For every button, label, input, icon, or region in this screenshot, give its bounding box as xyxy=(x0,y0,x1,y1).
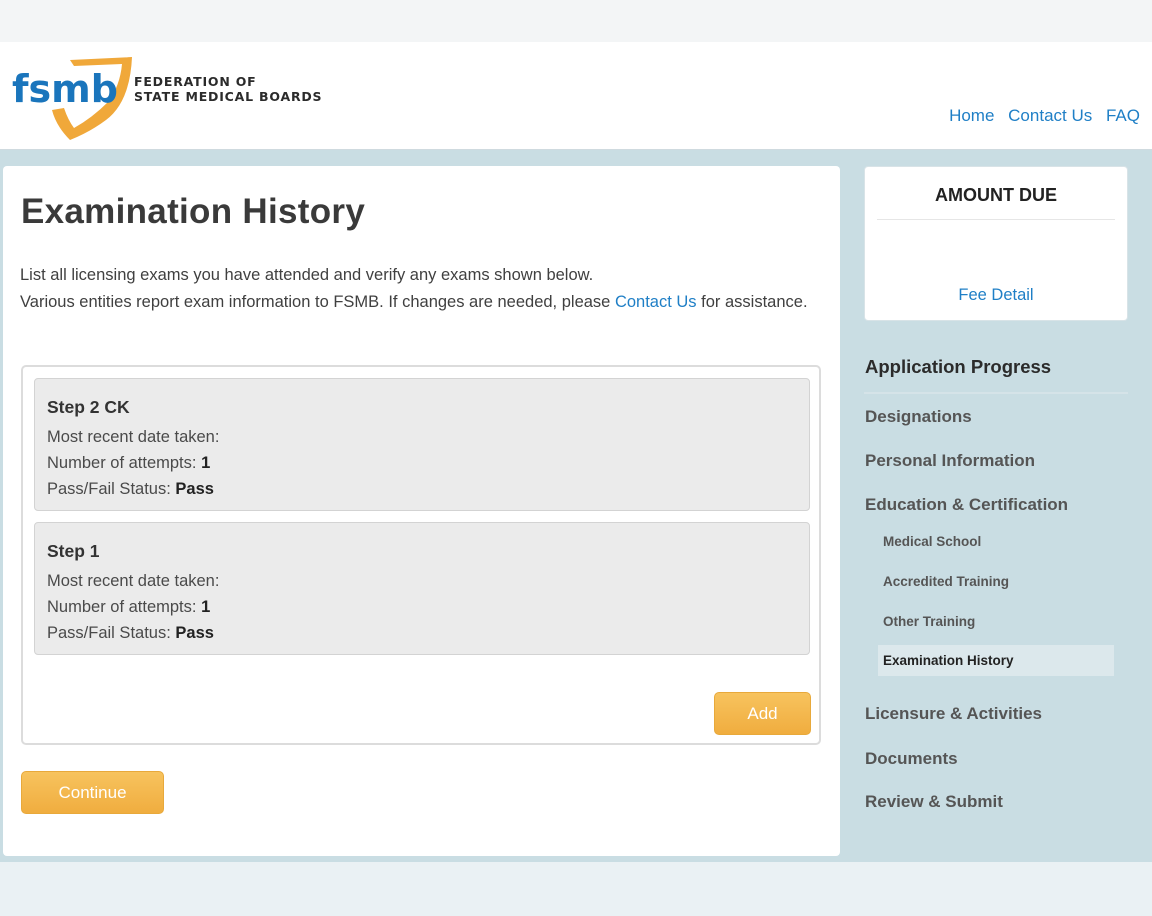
exam-date-label: Most recent date taken: xyxy=(47,428,220,446)
org-name: FEDERATION OF STATE MEDICAL BOARDS xyxy=(134,74,322,104)
amount-due-title: AMOUNT DUE xyxy=(935,185,1057,205)
intro-line-2-text: Various entities report exam information… xyxy=(20,293,615,311)
intro-text: List all licensing exams you have attend… xyxy=(20,262,820,316)
intro-line-1: List all licensing exams you have attend… xyxy=(20,266,594,284)
exam-card-step2ck[interactable]: Step 2 CK Most recent date taken: Number… xyxy=(34,378,810,511)
intro-line-2-end: for assistance. xyxy=(696,293,808,311)
nav-contact-link[interactable]: Contact Us xyxy=(1008,106,1092,125)
exam-status-row: Pass/Fail Status: Pass xyxy=(47,620,809,646)
svg-text:fsmb: fsmb xyxy=(12,67,118,111)
exam-name: Step 1 xyxy=(47,541,100,561)
site-header: fsmb FEDERATION OF STATE MEDICAL BOARDS … xyxy=(0,42,1152,150)
substep-examination-history[interactable]: Examination History xyxy=(878,645,1114,676)
substep-accredited-training[interactable]: Accredited Training xyxy=(878,566,1114,597)
exam-attempts-value: 1 xyxy=(201,454,211,472)
step-designations[interactable]: Designations xyxy=(865,407,972,427)
amount-divider xyxy=(877,219,1115,220)
exam-attempts-row: Number of attempts: 1 xyxy=(47,594,809,620)
nav-home-link[interactable]: Home xyxy=(949,106,994,125)
add-exam-button[interactable]: Add xyxy=(714,692,811,735)
exam-status-label: Pass/Fail Status: xyxy=(47,624,171,642)
exam-attempts-row: Number of attempts: 1 xyxy=(47,450,809,476)
substep-medical-school[interactable]: Medical School xyxy=(878,526,1114,557)
exam-status-label: Pass/Fail Status: xyxy=(47,480,171,498)
fee-detail-link[interactable]: Fee Detail xyxy=(865,286,1127,305)
exam-date-row: Most recent date taken: xyxy=(47,568,809,594)
top-nav: Home Contact Us FAQ xyxy=(940,106,1140,126)
application-progress: Application Progress Designations Person… xyxy=(864,352,1128,811)
exam-date-row: Most recent date taken: xyxy=(47,424,809,450)
step-review-submit[interactable]: Review & Submit xyxy=(865,792,1003,812)
continue-button[interactable]: Continue xyxy=(21,771,164,814)
exam-attempts-label: Number of attempts: xyxy=(47,454,197,472)
exam-list: Step 2 CK Most recent date taken: Number… xyxy=(21,365,821,745)
progress-title: Application Progress xyxy=(864,352,1128,394)
amount-due-card: AMOUNT DUE Fee Detail xyxy=(864,166,1128,321)
exam-date-label: Most recent date taken: xyxy=(47,572,220,590)
exam-name: Step 2 CK xyxy=(47,397,130,417)
exam-attempts-value: 1 xyxy=(201,598,211,616)
intro-line-2: Various entities report exam information… xyxy=(20,289,820,316)
exam-status-value: Pass xyxy=(175,624,214,642)
top-strip xyxy=(0,0,1152,43)
org-name-line1: FEDERATION OF xyxy=(134,74,257,89)
exam-card-step1[interactable]: Step 1 Most recent date taken: Number of… xyxy=(34,522,810,655)
step-personal-information[interactable]: Personal Information xyxy=(865,451,1035,471)
exam-attempts-label: Number of attempts: xyxy=(47,598,197,616)
step-documents[interactable]: Documents xyxy=(865,749,958,769)
substep-other-training[interactable]: Other Training xyxy=(878,606,1114,637)
fsmb-logo[interactable]: fsmb FEDERATION OF STATE MEDICAL BOARDS xyxy=(12,54,342,140)
fsmb-shield-logo-icon: fsmb xyxy=(12,57,132,140)
step-licensure-activities[interactable]: Licensure & Activities xyxy=(865,704,1042,724)
org-name-line2: STATE MEDICAL BOARDS xyxy=(134,89,323,104)
step-education-certification[interactable]: Education & Certification xyxy=(865,495,1068,515)
contact-us-link[interactable]: Contact Us xyxy=(615,293,697,311)
exam-status-row: Pass/Fail Status: Pass xyxy=(47,476,809,502)
nav-faq-link[interactable]: FAQ xyxy=(1106,106,1140,125)
main-panel: Examination History List all licensing e… xyxy=(3,166,840,856)
exam-status-value: Pass xyxy=(175,480,214,498)
page-title: Examination History xyxy=(21,192,366,231)
